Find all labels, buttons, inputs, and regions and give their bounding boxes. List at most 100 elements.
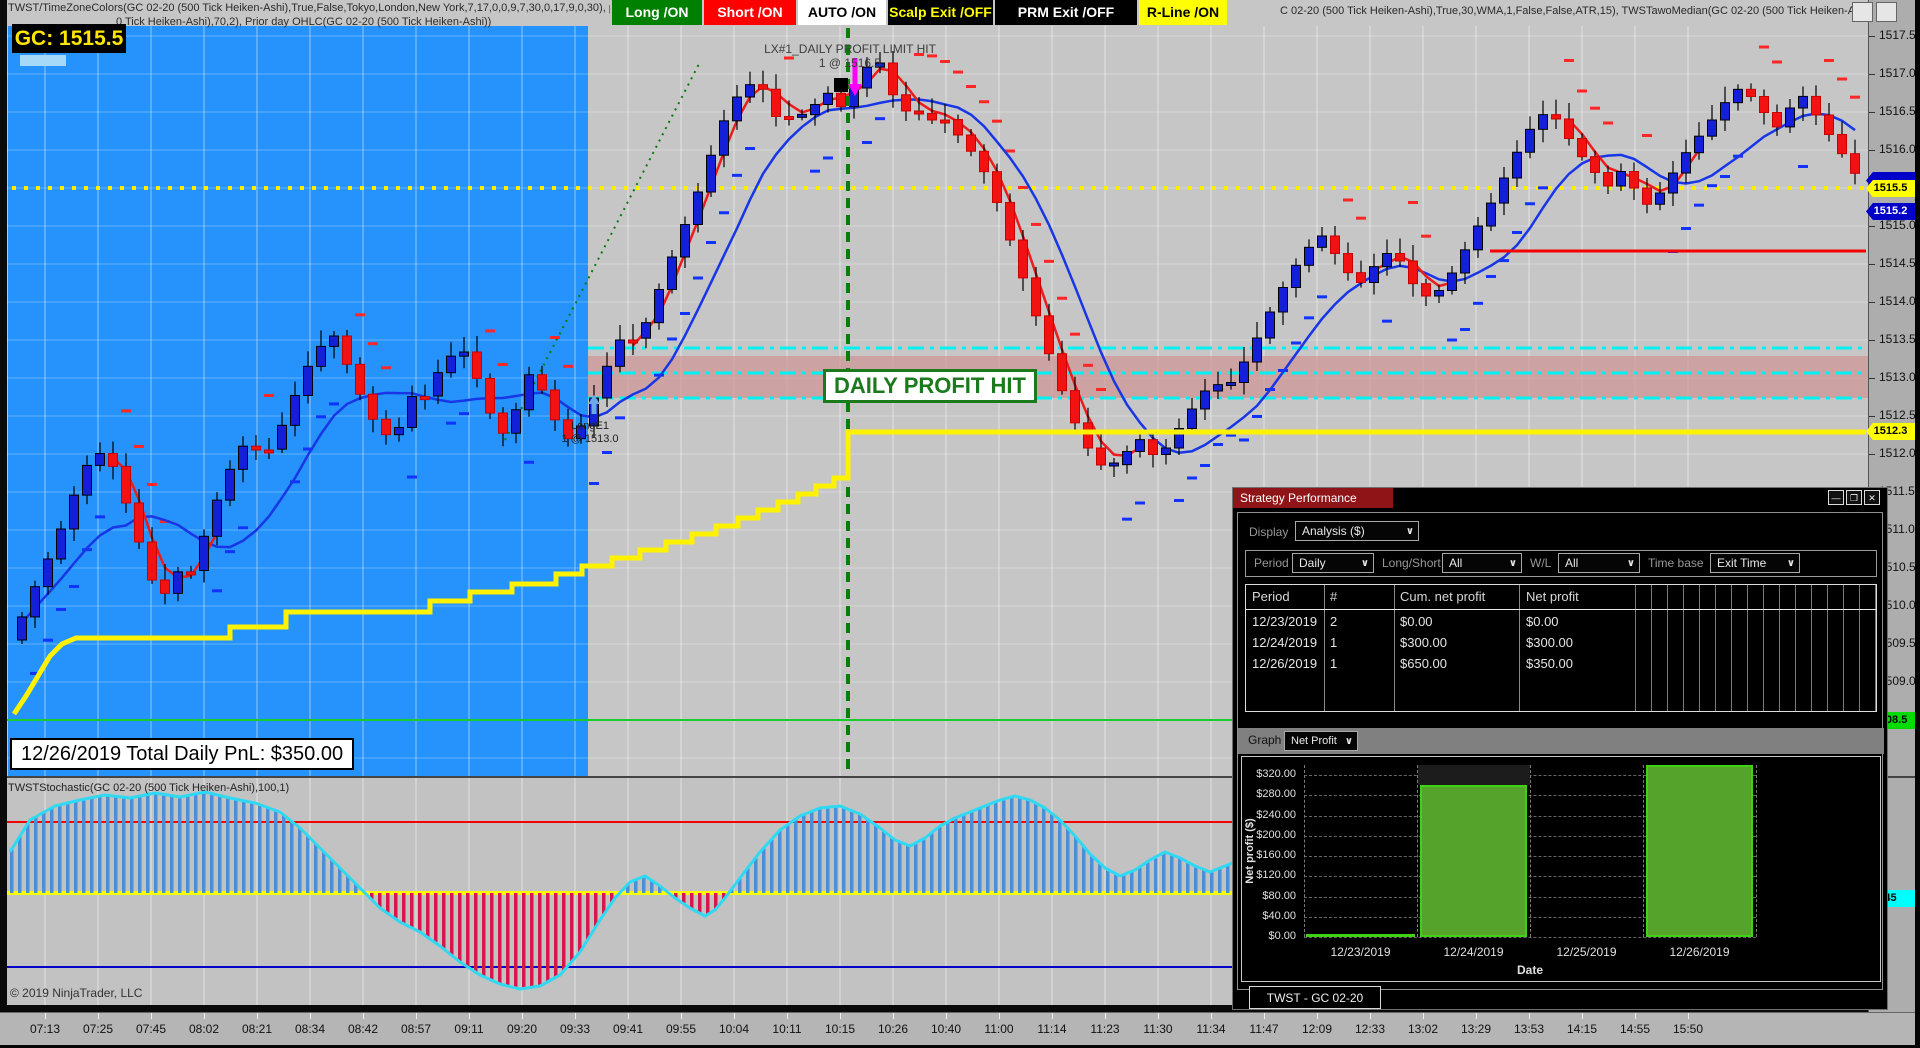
strategy-toolbar: Long /ONShort /ONAUTO /ONScalp Exit /OFF… [0, 0, 1868, 26]
close-icon[interactable]: ✕ [1864, 490, 1880, 505]
chart-toolbar-button-2[interactable] [1876, 2, 1897, 22]
price-tag-1512.3: 1512.3 [1866, 423, 1915, 440]
bar-chart-highlight-column [1418, 765, 1530, 785]
bar-chart-x-tick-label: 12/26/2019 [1669, 945, 1729, 959]
time-tick [45, 1013, 46, 1019]
exit-marker-square [834, 78, 848, 92]
window-right-edge [1915, 0, 1920, 1048]
time-label: 13:53 [1514, 1022, 1544, 1036]
time-tick [1158, 1013, 1159, 1019]
strategy-window-titlebar[interactable]: Strategy Performance — ❐ ✕ [1233, 488, 1887, 508]
price-tick [1869, 226, 1875, 227]
time-tick [787, 1013, 788, 1019]
toolbar-button-scalp-exit-off[interactable]: Scalp Exit /OFF [888, 0, 993, 25]
filter-dropdown-time-base[interactable]: Exit Time ∨ [1710, 553, 1800, 573]
daily-pnl-label: 12/26/2019 Total Daily PnL: $350.00 [10, 738, 354, 770]
table-row[interactable]: 12/23/20192$0.00$0.00 [1246, 612, 1876, 633]
graph-dropdown-value: Net Profit [1291, 735, 1337, 747]
price-tick-label: 1514.5 [1879, 256, 1916, 270]
toolbar-button-long-on[interactable]: Long /ON [612, 0, 702, 25]
price-tick [1869, 416, 1875, 417]
selection-highlight-fragment [20, 55, 66, 66]
strategy-tab[interactable]: TWST - GC 02-20 [1249, 986, 1381, 1009]
bar-chart-y-tick-label: $280.00 [1250, 788, 1296, 800]
filter-dropdown-period[interactable]: Daily∨ [1292, 553, 1374, 573]
time-label: 12:09 [1302, 1022, 1332, 1036]
time-label: 11:34 [1196, 1022, 1225, 1036]
graph-dropdown[interactable]: Net Profit ∨ [1284, 731, 1358, 751]
long-entry-annotation-line2: 1 @ 1513.0 [561, 433, 618, 446]
time-tick [840, 1013, 841, 1019]
time-axis[interactable]: 07:1307:2507:4508:0208:2108:3408:4208:57… [0, 1012, 1915, 1045]
price-tick-label: 1512.0 [1879, 446, 1916, 460]
chart-toolbar-button-1[interactable] [1852, 2, 1873, 22]
table-cell: $300.00 [1526, 635, 1573, 650]
header-separator [1246, 609, 1876, 610]
time-tick [1582, 1013, 1583, 1019]
net-profit-bar-chart[interactable]: Net profit ($) $0.00$40.00$80.00$120.00$… [1241, 756, 1881, 982]
time-tick [999, 1013, 1000, 1019]
bar-chart-x-tick-label: 12/25/2019 [1556, 945, 1616, 959]
time-tick [1423, 1013, 1424, 1019]
maximize-icon[interactable]: ❐ [1846, 490, 1862, 505]
time-tick [946, 1013, 947, 1019]
chevron-down-icon: ∨ [1345, 736, 1353, 747]
minimize-icon[interactable]: — [1828, 490, 1844, 505]
time-tick [1476, 1013, 1477, 1019]
time-label: 07:45 [136, 1022, 166, 1036]
bar-chart-column-line [1756, 765, 1757, 937]
toolbar-button-auto-on[interactable]: AUTO /ON [798, 0, 886, 25]
table-cell: $350.00 [1526, 656, 1573, 671]
time-tick [734, 1013, 735, 1019]
table-row[interactable]: 12/26/20191$650.00$350.00 [1246, 654, 1876, 675]
bar-chart-y-tick-label: $120.00 [1250, 869, 1296, 881]
price-tick-label: 1514.0 [1879, 294, 1916, 308]
time-label: 15:50 [1673, 1022, 1703, 1036]
bar-chart-y-tick-label: $40.00 [1250, 910, 1296, 922]
price-tag-1515.5: 1515.5 [1866, 180, 1915, 197]
toolbar-button-r-line-on[interactable]: R-Line /ON [1139, 0, 1227, 25]
table-cell: 12/23/2019 [1252, 614, 1317, 629]
bar-chart-gridline [1304, 937, 1756, 938]
time-label: 09:20 [507, 1022, 537, 1036]
filter-dropdown-w-l[interactable]: All∨ [1558, 553, 1640, 573]
time-label: 10:11 [772, 1022, 801, 1036]
filter-dropdown-long-short[interactable]: All∨ [1442, 553, 1522, 573]
time-label: 09:55 [666, 1022, 696, 1036]
strategy-performance-window: Strategy Performance — ❐ ✕ Display Analy… [1232, 487, 1888, 1010]
strategy-window-title: Strategy Performance [1233, 488, 1393, 508]
table-cell: 12/24/2019 [1252, 635, 1317, 650]
bar-chart-y-tick-label: $0.00 [1250, 930, 1296, 942]
bar-chart-column-line [1643, 765, 1644, 937]
time-label: 10:04 [719, 1022, 749, 1036]
instrument-price-label: GC: 1515.5 [12, 24, 126, 53]
bar-chart-x-tick-label: 12/23/2019 [1330, 945, 1390, 959]
table-cell: $300.00 [1400, 635, 1447, 650]
chevron-down-icon: ∨ [1787, 558, 1795, 569]
time-tick [681, 1013, 682, 1019]
time-label: 11:47 [1249, 1022, 1278, 1036]
exit-order-annotation: LX#1_DAILY PROFIT LIMIT HIT 1 @ 1516.5 [764, 42, 936, 70]
table-row[interactable]: 12/24/2019 1 $300.00 $300.00 [1246, 633, 1876, 654]
display-dropdown[interactable]: Analysis ($) ∨ [1295, 521, 1419, 541]
table-header-0: Period [1252, 589, 1290, 604]
time-tick [363, 1013, 364, 1019]
time-label: 08:57 [401, 1022, 431, 1036]
time-label: 07:13 [30, 1022, 60, 1036]
graph-strip: Graph Net Profit ∨ [1238, 728, 1884, 754]
filter-dropdown-value: Exit Time [1717, 556, 1766, 570]
bar-chart-y-tick-label: $200.00 [1250, 829, 1296, 841]
time-label: 10:26 [878, 1022, 908, 1036]
table-cell: 1 [1330, 635, 1337, 650]
price-band [588, 356, 1868, 398]
bar-chart-y-tick-label: $240.00 [1250, 809, 1296, 821]
toolbar-button-short-on[interactable]: Short /ON [704, 0, 796, 25]
toolbar-button-prm-exit-off[interactable]: PRM Exit /OFF [995, 0, 1137, 25]
bar-chart-column-line [1530, 765, 1531, 937]
chevron-down-icon: ∨ [1406, 526, 1414, 537]
time-tick [1317, 1013, 1318, 1019]
time-tick [1688, 1013, 1689, 1019]
price-tick-label: 1513.5 [1879, 332, 1916, 346]
table-header-3: Net profit [1526, 589, 1579, 604]
time-label: 08:42 [348, 1022, 378, 1036]
